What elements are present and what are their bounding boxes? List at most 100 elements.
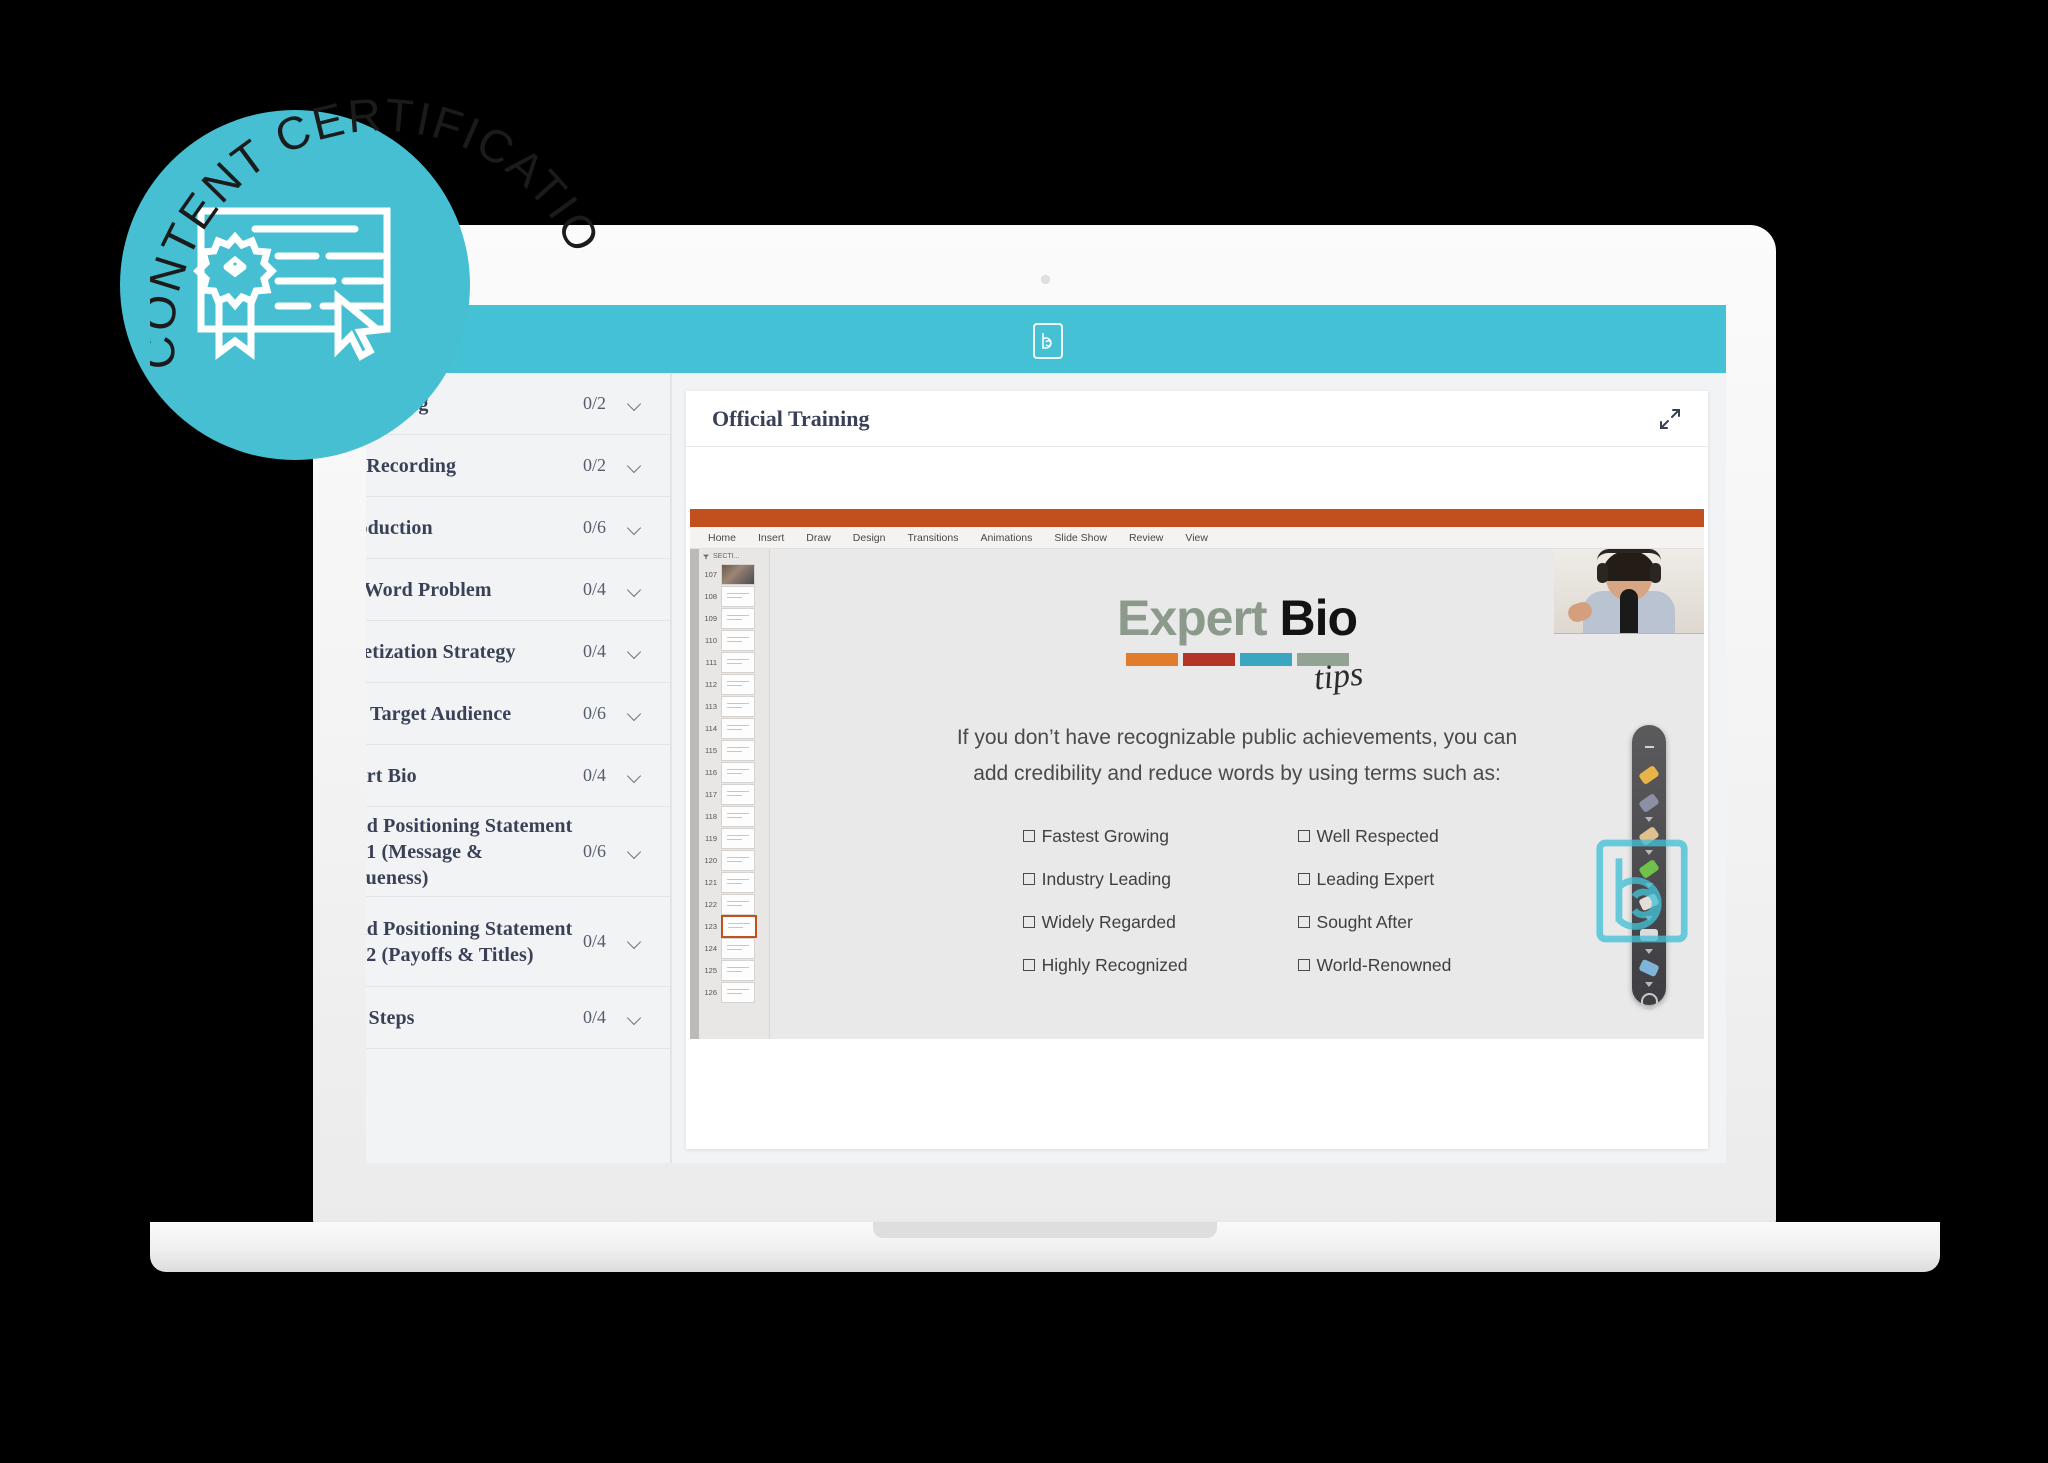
thumbnail-row[interactable]: 121	[690, 871, 769, 893]
thumbnail-row[interactable]: 108	[690, 585, 769, 607]
bullet-label: World-Renowned	[1316, 955, 1452, 975]
sidebar-item-label: Next Steps	[366, 1006, 415, 1029]
ribbon-tab-home[interactable]: Home	[708, 532, 736, 544]
thumbnail-row[interactable]: 117	[690, 783, 769, 805]
thumbnail-preview[interactable]	[721, 717, 755, 739]
slide-bullet-columns: Fastest Growing Industry Leading Widely …	[1022, 826, 1452, 976]
sidebar-item-brand-positioning-part-1[interactable]: Brand Positioning Statement Part 1 (Mess…	[366, 807, 670, 897]
sidebar-item-expert-bio[interactable]: Expert Bio 0/4	[366, 745, 670, 807]
brand-logo-icon[interactable]	[1033, 323, 1063, 359]
ribbon-tab-animations[interactable]: Animations	[980, 532, 1032, 544]
chevron-down-icon[interactable]	[628, 647, 644, 657]
sidebar-item-label: Introduction	[366, 516, 433, 539]
current-slide: Expert Bio tips If you don’t have recogn…	[770, 549, 1704, 1039]
chevron-down-icon[interactable]	[628, 399, 644, 409]
sidebar-item-brand-positioning-part-2[interactable]: Brand Positioning Statement Part 2 (Payo…	[366, 897, 670, 987]
thumbnail-row[interactable]: 111	[690, 651, 769, 673]
chevron-down-icon[interactable]	[628, 847, 644, 857]
thumbnail-row[interactable]: 125	[690, 959, 769, 981]
sidebar-item-core-target-audience[interactable]: Core Target Audience 0/6	[366, 683, 670, 745]
sidebar-item-monetization-strategy[interactable]: Monetization Strategy 0/4	[366, 621, 670, 683]
presenter-video-overlay[interactable]	[1554, 549, 1704, 634]
ribbon-tab-design[interactable]: Design	[853, 532, 886, 544]
toolbar-minimize-button[interactable]	[1632, 733, 1666, 761]
ribbon-tab-insert[interactable]: Insert	[758, 532, 784, 544]
chevron-down-icon[interactable]	[628, 585, 644, 595]
powerpoint-ribbon[interactable]: Home Insert Draw Design Transitions Anim…	[690, 527, 1704, 549]
thumbnail-row[interactable]: 115	[690, 739, 769, 761]
chevron-down-icon[interactable]	[628, 771, 644, 781]
pen-tool-icon[interactable]	[1632, 761, 1666, 789]
thumbnail-row[interactable]: 118	[690, 805, 769, 827]
sidebar-item-count: 0/6	[582, 517, 606, 537]
chevron-down-icon[interactable]	[628, 523, 644, 533]
bullet-label: Industry Leading	[1041, 869, 1171, 889]
thumbnail-preview[interactable]	[721, 937, 755, 959]
course-sidebar[interactable]: Onboarding 0/2 Live Recording 0/2 Introd…	[366, 373, 671, 1163]
thumbnail-row[interactable]: 107	[690, 563, 769, 585]
thumbnail-row[interactable]: 126	[690, 981, 769, 1003]
thumbnail-preview[interactable]	[721, 607, 755, 629]
thumbnail-list[interactable]: 107 108 109 110 111 112 113 114 115 116 117 118 119 1…	[690, 563, 769, 1003]
chevron-down-icon[interactable]	[628, 461, 644, 471]
settings-gear-icon[interactable]	[1632, 987, 1666, 1015]
thumbnail-row[interactable]: 109	[690, 607, 769, 629]
thumbnail-row[interactable]: 120	[690, 849, 769, 871]
sidebar-item-count: 0/2	[582, 455, 606, 475]
ribbon-tab-transitions[interactable]: Transitions	[907, 532, 958, 544]
section-header[interactable]: SECTI...	[690, 552, 769, 563]
thumbnail-preview[interactable]	[721, 959, 755, 981]
expand-arrows-icon[interactable]	[1658, 407, 1682, 431]
checkbox-icon	[1022, 916, 1035, 928]
thumbnail-row[interactable]: 114	[690, 717, 769, 739]
thumbnail-preview[interactable]	[721, 629, 755, 651]
thumbnail-scrollbar[interactable]	[690, 549, 699, 1039]
thumbnail-row[interactable]: 112	[690, 673, 769, 695]
thumbnail-preview[interactable]	[721, 805, 755, 827]
sidebar-item-count: 0/2	[582, 393, 606, 413]
chevron-down-icon[interactable]	[628, 709, 644, 719]
thumbnail-preview[interactable]	[721, 827, 755, 849]
thumbnail-preview[interactable]	[721, 871, 755, 893]
thumbnail-preview[interactable]	[721, 893, 755, 915]
thumbnail-preview[interactable]	[721, 673, 755, 695]
ribbon-tab-review[interactable]: Review	[1129, 532, 1163, 544]
thumbnail-preview[interactable]	[721, 695, 755, 717]
ribbon-tab-view[interactable]: View	[1185, 532, 1208, 544]
sidebar-item-one-word-problem[interactable]: One Word Problem 0/4	[366, 559, 670, 621]
thumbnail-preview[interactable]	[721, 981, 755, 1003]
thumbnail-row[interactable]: 122	[690, 893, 769, 915]
thumbnail-row[interactable]: 119	[690, 827, 769, 849]
list-item: Well Respected	[1297, 826, 1452, 847]
slide-thumbnail-panel[interactable]: SECTI... 107 108 109 110 111 112 113 114 115 116 1…	[690, 549, 770, 1039]
thumbnail-preview[interactable]	[721, 849, 755, 871]
chevron-down-icon[interactable]	[628, 1013, 644, 1023]
bullet-label: Widely Regarded	[1041, 912, 1176, 932]
slide-canvas-stage: Expert Bio tips If you don’t have recogn…	[770, 549, 1704, 1039]
checkbox-icon	[1022, 873, 1035, 885]
ribbon-tab-slide-show[interactable]: Slide Show	[1054, 532, 1107, 544]
thumbnail-preview[interactable]	[721, 563, 755, 585]
checkbox-icon	[1297, 916, 1310, 928]
thumbnail-preview[interactable]	[721, 739, 755, 761]
chevron-down-icon[interactable]	[628, 937, 644, 947]
thumbnail-preview[interactable]	[721, 585, 755, 607]
thumbnail-row[interactable]: 116	[690, 761, 769, 783]
thumbnail-preview[interactable]	[721, 761, 755, 783]
thumbnail-row[interactable]: 113	[690, 695, 769, 717]
thumbnail-preview[interactable]	[721, 651, 755, 673]
thumbnail-preview[interactable]	[721, 783, 755, 805]
ribbon-tab-draw[interactable]: Draw	[806, 532, 831, 544]
marker-tool-icon[interactable]	[1632, 789, 1666, 817]
lasso-tool-icon[interactable]	[1632, 954, 1666, 982]
checkbox-icon	[1297, 873, 1310, 885]
thumbnail-number: 114	[705, 723, 717, 733]
sidebar-item-introduction[interactable]: Introduction 0/6	[366, 497, 670, 559]
thumbnail-row[interactable]: 124	[690, 937, 769, 959]
thumbnail-row[interactable]: 110	[690, 629, 769, 651]
thumbnail-selected[interactable]	[721, 914, 757, 938]
thumbnail-row[interactable]: 123	[690, 914, 769, 938]
sidebar-item-next-steps[interactable]: Next Steps 0/4	[366, 987, 670, 1049]
training-video-player[interactable]: Home Insert Draw Design Transitions Anim…	[690, 509, 1704, 1039]
bullet-label: Sought After	[1316, 912, 1413, 932]
